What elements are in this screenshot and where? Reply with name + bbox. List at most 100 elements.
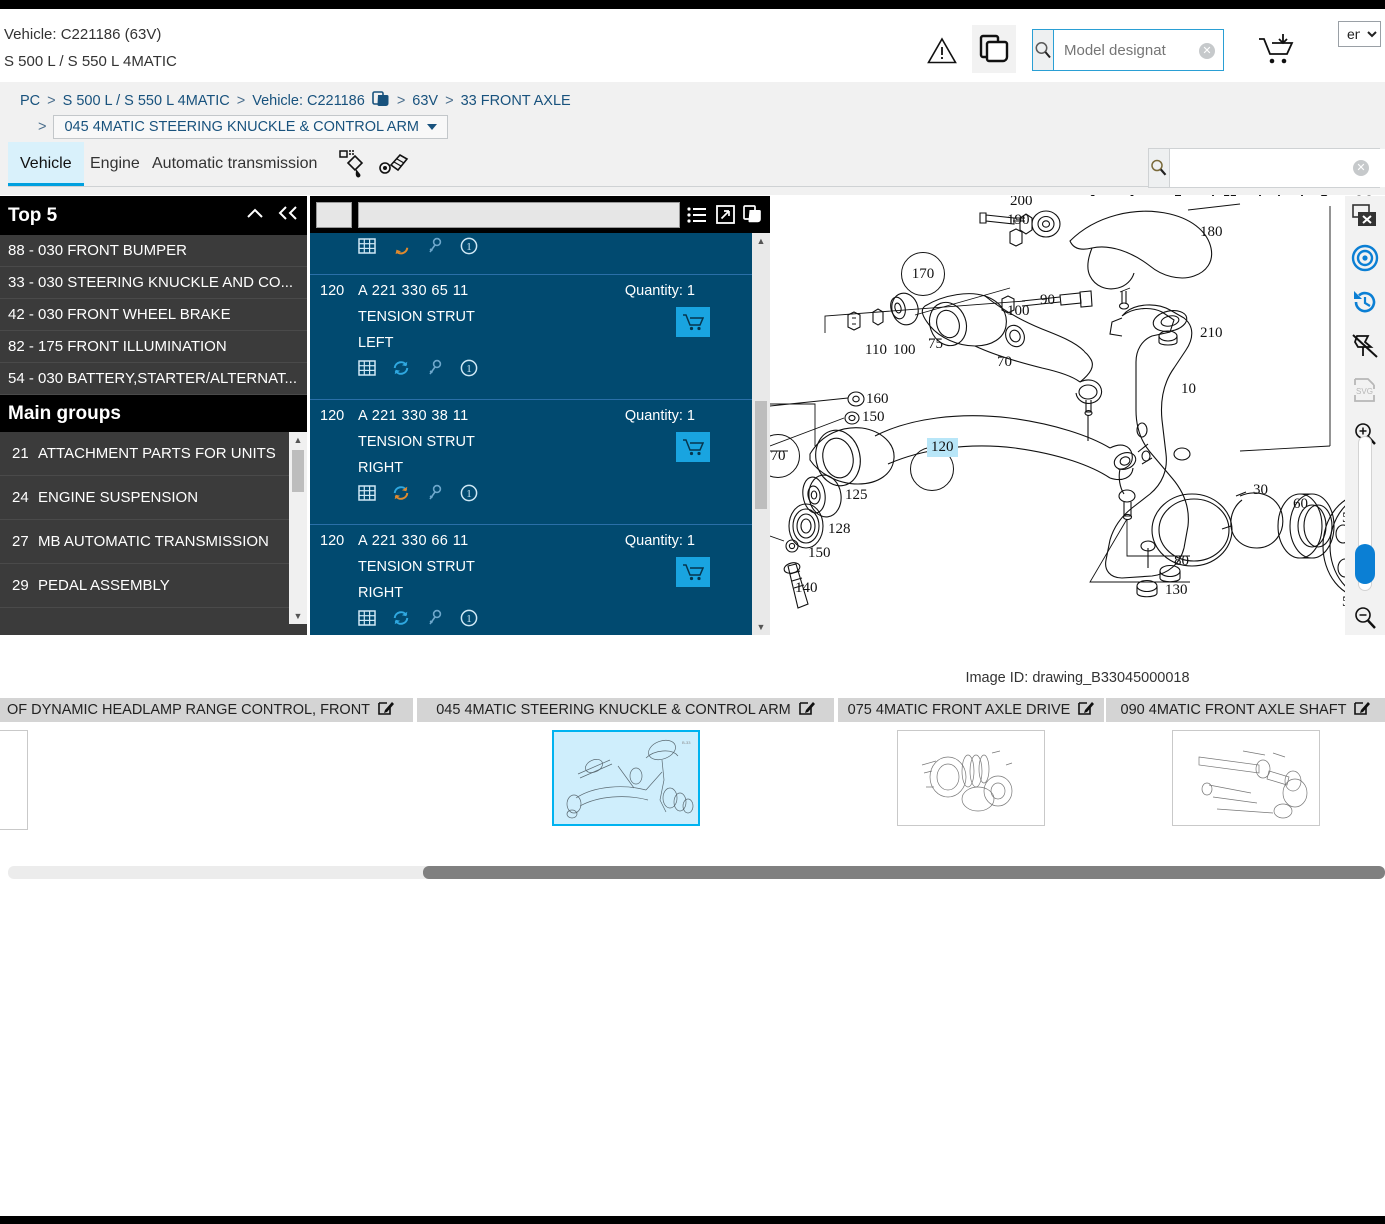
breadcrumb-item-front-axle[interactable]: 33 FRONT AXLE: [461, 93, 571, 109]
reset-history-icon[interactable]: [1345, 280, 1385, 324]
copy-icon[interactable]: [372, 91, 390, 111]
search-icon[interactable]: [1033, 30, 1054, 70]
main-groups-scrollbar[interactable]: ▲ ▼: [289, 432, 307, 624]
language-select[interactable]: en: [1338, 21, 1381, 47]
copy-icon[interactable]: [742, 204, 764, 226]
main-group-item-30[interactable]: 30 CONTROL: [0, 608, 307, 624]
top5-item-2[interactable]: 42 - 030 FRONT WHEEL BRAKE: [0, 299, 307, 331]
edit-pen-icon[interactable]: [1354, 700, 1371, 720]
parts-filter-text-input[interactable]: [358, 201, 680, 228]
key-icon[interactable]: [426, 609, 444, 627]
callout-75[interactable]: 75: [928, 336, 943, 353]
callout-200[interactable]: 200: [1010, 196, 1033, 210]
key-icon[interactable]: [426, 359, 444, 377]
callout-180[interactable]: 180: [1200, 224, 1223, 241]
add-to-cart-button[interactable]: [676, 432, 710, 462]
breadcrumb-item-pc[interactable]: PC: [20, 93, 40, 109]
thumbnail-caption-0[interactable]: OF DYNAMIC HEADLAMP RANGE CONTROL, FRONT: [0, 698, 413, 722]
warning-triangle-icon[interactable]: [925, 33, 959, 67]
triangle-down-icon[interactable]: ▼: [289, 608, 307, 624]
thumbnail-caption-1[interactable]: 045 4MATIC STEERING KNUCKLE & CONTROL AR…: [417, 698, 834, 722]
callout-125[interactable]: 125: [845, 487, 868, 504]
parts-list-scrollbar[interactable]: ▲ ▼: [752, 233, 770, 635]
breadcrumb-item-63v[interactable]: 63V: [412, 93, 438, 109]
search-icon[interactable]: [1149, 149, 1170, 187]
thumbnail-caption-2[interactable]: 075 4MATIC FRONT AXLE DRIVE: [838, 698, 1104, 722]
thumbnail-card-1[interactable]: 045 4MATIC STEERING KNUCKLE & CONTROL AR…: [417, 698, 834, 826]
chevron-up-icon[interactable]: [245, 205, 265, 226]
callout-90[interactable]: 90: [1040, 292, 1055, 309]
model-search-box[interactable]: ✕: [1032, 29, 1289, 71]
callout-80[interactable]: 80: [1174, 553, 1189, 570]
breadcrumb-item-model[interactable]: S 500 L / S 550 L 4MATIC: [63, 93, 230, 109]
callout-140[interactable]: 140: [795, 580, 818, 597]
scrollbar-thumb[interactable]: [292, 450, 304, 492]
callout-120-highlighted[interactable]: 120: [927, 438, 958, 457]
breadcrumb-current-dropdown[interactable]: 045 4MATIC STEERING KNUCKLE & CONTROL AR…: [53, 115, 448, 139]
main-group-item-27[interactable]: 27 MB AUTOMATIC TRANSMISSION: [0, 520, 307, 564]
callout-210[interactable]: 210: [1200, 325, 1223, 342]
paint-code-icon[interactable]: [332, 146, 370, 182]
thumbnail-horizontal-scrollbar[interactable]: [8, 866, 1385, 879]
thumbnail-image-0[interactable]: [0, 730, 28, 830]
table-row[interactable]: 1: [310, 233, 770, 275]
top5-item-3[interactable]: 82 - 175 FRONT ILLUMINATION: [0, 331, 307, 363]
close-window-icon[interactable]: [1345, 196, 1385, 236]
key-icon[interactable]: [426, 484, 444, 502]
table-row[interactable]: 120 A 221 330 38 11 TENSION STRUT RIGHT …: [310, 400, 770, 525]
callout-10[interactable]: 10: [1181, 381, 1196, 398]
main-group-item-21[interactable]: 21 ATTACHMENT PARTS FOR UNITS: [0, 432, 307, 476]
info-circle-icon[interactable]: 1: [460, 609, 478, 627]
thumbnail-image-2[interactable]: [897, 730, 1045, 826]
copy-documents-icon[interactable]: [972, 25, 1016, 73]
thumbnail-image-1[interactable]: B-33: [551, 730, 700, 826]
triangle-up-icon[interactable]: ▲: [752, 233, 770, 249]
tab-automatic-transmission[interactable]: Automatic transmission: [140, 142, 329, 186]
callout-110[interactable]: 110: [865, 342, 887, 359]
cart-add-icon[interactable]: [1256, 29, 1298, 71]
info-circle-icon[interactable]: 1: [460, 484, 478, 502]
supersession-icon[interactable]: [392, 609, 410, 627]
thumbnail-caption-3[interactable]: 090 4MATIC FRONT AXLE SHAFT: [1106, 698, 1385, 722]
callout-100-right[interactable]: 100: [1007, 303, 1030, 320]
top5-item-0[interactable]: 88 - 030 FRONT BUMPER: [0, 235, 307, 267]
thumbnail-card-2[interactable]: 075 4MATIC FRONT AXLE DRIVE: [838, 698, 1104, 826]
table-row[interactable]: 120 A 221 330 66 11 TENSION STRUT RIGHT …: [310, 525, 770, 635]
thumbnail-card-3[interactable]: 090 4MATIC FRONT AXLE SHAFT: [1106, 698, 1385, 826]
model-search-input[interactable]: [1054, 30, 1289, 70]
info-circle-icon[interactable]: 1: [460, 359, 478, 377]
table-grid-icon[interactable]: [358, 609, 376, 627]
clear-icon[interactable]: ✕: [1199, 43, 1215, 59]
supersession-icon[interactable]: [392, 359, 410, 377]
scrollbar-thumb[interactable]: [755, 401, 767, 509]
add-to-cart-button[interactable]: [676, 307, 710, 337]
parts-filter-position-input[interactable]: [316, 201, 352, 228]
supersession-icon[interactable]: [392, 484, 410, 502]
scrollbar-thumb[interactable]: [423, 866, 1385, 879]
edit-pen-icon[interactable]: [798, 700, 815, 720]
main-group-item-24[interactable]: 24 ENGINE SUSPENSION: [0, 476, 307, 520]
edit-pen-icon[interactable]: [1078, 700, 1095, 720]
table-grid-icon[interactable]: [358, 359, 376, 377]
callout-170[interactable]: 170: [901, 252, 945, 296]
callout-30[interactable]: 30: [1253, 482, 1268, 499]
triangle-down-icon[interactable]: ▼: [752, 619, 770, 635]
add-to-cart-button[interactable]: [676, 557, 710, 587]
clear-icon[interactable]: ✕: [1353, 160, 1369, 176]
top5-item-1[interactable]: 33 - 030 STEERING KNUCKLE AND CO...: [0, 267, 307, 299]
expand-icon[interactable]: [714, 204, 736, 226]
info-circle-icon[interactable]: 1: [460, 237, 478, 255]
double-chevron-left-icon[interactable]: [277, 205, 299, 226]
supersession-icon[interactable]: [392, 237, 410, 255]
callout-128[interactable]: 128: [828, 521, 851, 538]
table-grid-icon[interactable]: [358, 237, 376, 255]
callout-150-upper[interactable]: 150: [862, 409, 885, 426]
callout-190[interactable]: 190: [1007, 212, 1030, 229]
triangle-up-icon[interactable]: ▲: [289, 432, 307, 448]
table-row[interactable]: 120 A 221 330 65 11 TENSION STRUT LEFT Q…: [310, 275, 770, 400]
target-focus-icon[interactable]: [1345, 236, 1385, 280]
thumbnail-card-0[interactable]: OF DYNAMIC HEADLAMP RANGE CONTROL, FRONT: [0, 698, 413, 830]
breadcrumb-item-vehicle[interactable]: Vehicle: C221186: [252, 93, 365, 109]
edit-pen-icon[interactable]: [378, 700, 395, 720]
zoom-out-icon[interactable]: [1345, 596, 1385, 640]
